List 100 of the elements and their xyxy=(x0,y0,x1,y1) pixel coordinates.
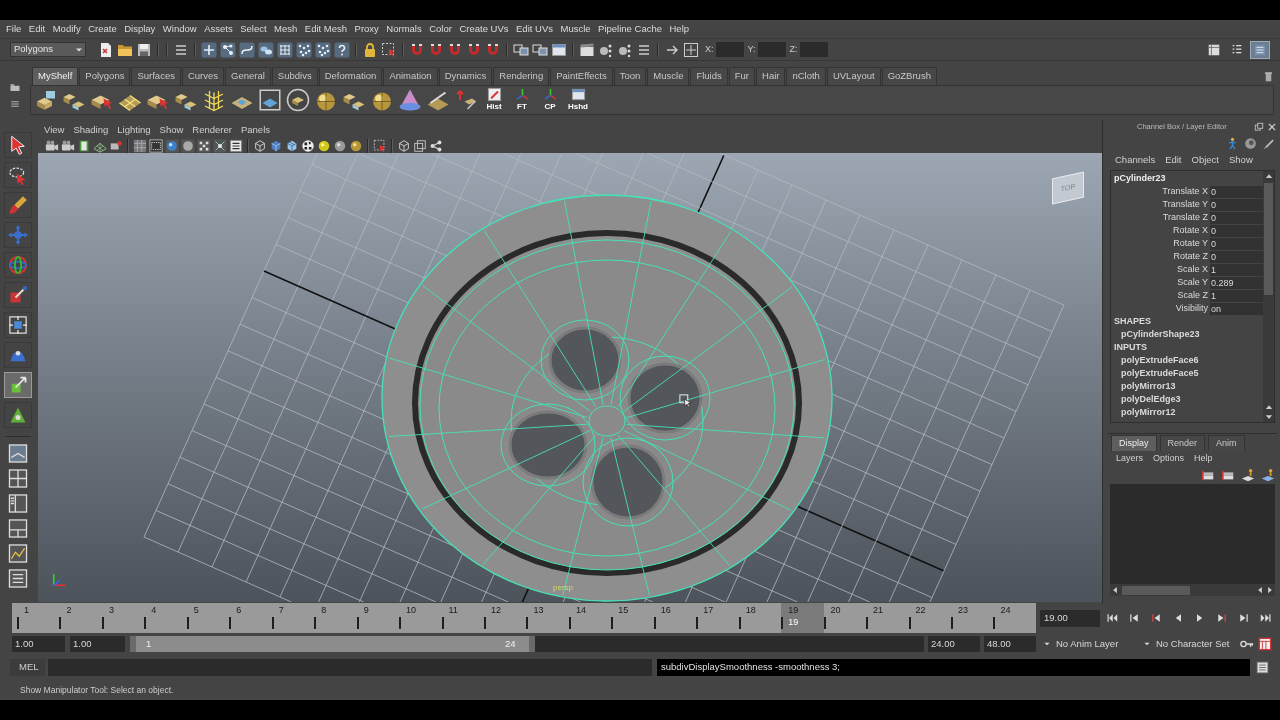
lines-frame-icon[interactable] xyxy=(229,138,243,153)
checker-sphere-icon[interactable] xyxy=(301,138,315,153)
menu-item[interactable]: Muscle xyxy=(560,24,591,34)
shelf-button[interactable]: Hist xyxy=(482,87,506,113)
menu-item[interactable]: Normals xyxy=(386,24,422,34)
sphere-icon[interactable] xyxy=(333,138,347,153)
shelf-tab[interactable]: Subdivs xyxy=(271,67,318,85)
attribute-value[interactable]: on xyxy=(1210,302,1263,315)
menu-item[interactable]: Proxy xyxy=(354,24,379,34)
shelf-tab[interactable]: Toon xyxy=(613,67,647,85)
attribute-value[interactable]: 0.289 xyxy=(1210,276,1263,289)
panel-menu-item[interactable]: Shading xyxy=(73,125,109,135)
horizontal-scrollbar[interactable] xyxy=(1110,584,1275,596)
book-icon[interactable] xyxy=(77,138,91,153)
channel-menu-item[interactable]: Edit xyxy=(1165,155,1182,165)
layer-figure-icon[interactable] xyxy=(1261,467,1275,482)
shelf-tab[interactable]: UVLayout xyxy=(826,67,881,85)
curve-tile-icon[interactable] xyxy=(239,41,255,58)
grid-box-icon[interactable] xyxy=(1258,637,1272,651)
command-input[interactable] xyxy=(48,659,652,676)
sphere-icon[interactable] xyxy=(349,138,363,153)
attribute-value[interactable]: 0 xyxy=(1210,250,1263,263)
grid-square-icon[interactable] xyxy=(133,138,147,153)
shelf-tab[interactable]: General xyxy=(225,67,271,85)
menu-item[interactable]: Select xyxy=(240,24,267,34)
attribute-value[interactable]: 1 xyxy=(1210,289,1263,302)
shelf-tab[interactable]: GoZBrush xyxy=(881,67,937,85)
menu-item[interactable]: Create UVs xyxy=(459,24,509,34)
folder-icon[interactable] xyxy=(9,82,21,94)
split-view-icon[interactable] xyxy=(7,518,29,539)
skip-to-start-icon[interactable] xyxy=(1106,612,1118,624)
shelf-tab[interactable]: PaintEffects xyxy=(550,67,613,85)
shelf-tab[interactable]: Dynamics xyxy=(438,67,493,85)
graph-view-icon[interactable] xyxy=(7,543,29,564)
dots-tile-icon[interactable] xyxy=(315,41,331,58)
shape-node[interactable]: pCylinderShape23 xyxy=(1111,328,1263,341)
shelf-button[interactable]: CP xyxy=(538,87,562,113)
coordinate-field[interactable] xyxy=(715,42,744,57)
menu-item[interactable]: Edit xyxy=(28,24,46,34)
coordinate-field[interactable] xyxy=(799,42,828,57)
cross-frame-icon[interactable] xyxy=(213,138,227,153)
menu-item[interactable]: Pipeline Cache xyxy=(598,24,662,34)
menu-item[interactable]: Mesh xyxy=(274,24,298,34)
panel-menu-item[interactable]: Renderer xyxy=(192,125,232,135)
camera-icon[interactable] xyxy=(61,138,75,153)
attribute-name[interactable]: Rotate X xyxy=(1111,224,1210,237)
shelf-button[interactable]: Hshd xyxy=(566,87,590,113)
film-gate-icon[interactable] xyxy=(149,138,163,153)
panel-menu-item[interactable]: Show xyxy=(159,125,184,135)
range-start-field[interactable]: 1.00 xyxy=(70,636,125,652)
tool-button[interactable] xyxy=(4,132,32,158)
single-view-icon[interactable] xyxy=(7,443,29,464)
menu-item[interactable]: Window xyxy=(162,24,197,34)
attribute-value[interactable]: 0 xyxy=(1210,185,1263,198)
crosshair-box-icon[interactable] xyxy=(683,41,699,58)
menu-item[interactable]: Modify xyxy=(52,24,81,34)
attribute-name[interactable]: Scale X xyxy=(1111,263,1210,276)
current-time-field[interactable]: 19.00 xyxy=(1040,609,1100,627)
menu-item[interactable]: File xyxy=(6,24,22,34)
circled-blocks-icon[interactable] xyxy=(286,88,310,112)
layer-tab[interactable]: Render xyxy=(1159,435,1206,451)
layer-tab[interactable]: Anim xyxy=(1208,435,1245,451)
document-icon[interactable] xyxy=(98,41,114,58)
menu-item[interactable]: Edit Mesh xyxy=(304,24,348,34)
layer-figure-icon[interactable] xyxy=(1241,467,1255,482)
input-node[interactable]: polyExtrudeFace5 xyxy=(1111,367,1263,380)
range-end-field[interactable]: 24.00 xyxy=(928,636,980,652)
help-icon[interactable] xyxy=(334,41,350,58)
tool-button[interactable] xyxy=(4,192,32,218)
tool-button[interactable] xyxy=(4,312,32,338)
disc-icon[interactable] xyxy=(181,138,195,153)
script-language-button[interactable]: MEL xyxy=(10,659,45,676)
layer-tab[interactable]: Display xyxy=(1111,435,1157,451)
shelf-tab[interactable]: MyShelf xyxy=(32,67,79,85)
attribute-name[interactable]: Scale Y xyxy=(1111,276,1210,289)
shelf-tab[interactable]: nCloth xyxy=(786,67,826,85)
close-icon[interactable] xyxy=(1267,122,1277,132)
magnet-icon[interactable] xyxy=(447,41,463,58)
cube-icon[interactable] xyxy=(269,138,283,153)
camera-icon[interactable] xyxy=(45,138,59,153)
next-key-icon[interactable] xyxy=(1216,612,1228,624)
shelf-tab[interactable]: Rendering xyxy=(493,67,550,85)
shelf-tab[interactable]: Animation xyxy=(383,67,438,85)
attribute-name[interactable]: Translate X xyxy=(1111,185,1210,198)
shelf-tab[interactable]: Polygons xyxy=(79,67,131,85)
magnet-icon[interactable] xyxy=(466,41,482,58)
sphere-icon[interactable] xyxy=(165,138,179,153)
arrows-icon[interactable] xyxy=(454,88,478,112)
menu-item[interactable]: Create xyxy=(88,24,117,34)
skip-to-end-icon[interactable] xyxy=(1260,612,1272,624)
layer-menu-item[interactable]: Layers xyxy=(1116,453,1143,463)
vertical-scrollbar[interactable] xyxy=(1263,171,1274,422)
menu-item[interactable]: Edit UVs xyxy=(516,24,553,34)
attribute-value[interactable]: 0 xyxy=(1210,237,1263,250)
list-view-icon[interactable] xyxy=(7,568,29,589)
channel-menu-item[interactable]: Object xyxy=(1191,155,1219,165)
wire-cube-icon[interactable] xyxy=(253,138,267,153)
shelf-tab[interactable]: Curves xyxy=(181,67,224,85)
share-icon[interactable] xyxy=(429,138,443,153)
step-forward-icon[interactable] xyxy=(1238,612,1250,624)
